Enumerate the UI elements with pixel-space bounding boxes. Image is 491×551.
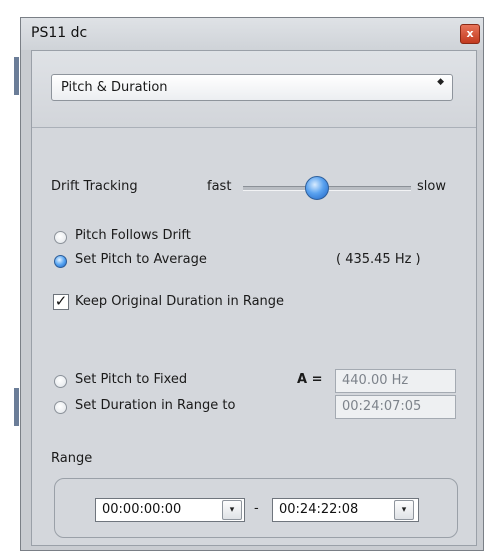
mode-select[interactable]: Pitch & Duration ◆ [51, 74, 453, 101]
duration-field[interactable]: 00:24:07:05 [335, 395, 456, 419]
drift-tracking-label: Drift Tracking [51, 179, 138, 194]
pitch-follows-drift-label: Pitch Follows Drift [75, 228, 191, 243]
range-start-dropdown-button[interactable]: ▾ [222, 500, 242, 520]
checkmark-icon: ✓ [54, 292, 68, 310]
range-start-value: 00:00:00:00 [102, 502, 182, 517]
slider-slow-label: slow [417, 179, 446, 194]
mode-panel: Pitch & Duration ◆ [32, 51, 476, 128]
window-title: PS11 dc [31, 25, 88, 41]
keep-duration-checkbox[interactable]: ✓ [53, 294, 69, 310]
close-icon: x [466, 27, 474, 40]
background-tick-marker [14, 57, 19, 95]
range-end-dropdown-button[interactable]: ▾ [394, 500, 414, 520]
range-start-combo[interactable]: 00:00:00:00 ▾ [95, 498, 245, 522]
keep-duration-label: Keep Original Duration in Range [75, 294, 285, 309]
range-end-value: 00:24:22:08 [279, 502, 359, 517]
radio-set-pitch-average[interactable] [54, 255, 67, 268]
radio-set-pitch-fixed[interactable] [54, 375, 67, 388]
radio-set-duration[interactable] [54, 401, 67, 414]
range-group: 00:00:00:00 ▾ - 00:24:22:08 ▾ [54, 478, 458, 538]
chevron-down-icon: ▾ [229, 505, 235, 515]
set-duration-label: Set Duration in Range to [75, 398, 236, 413]
a-equals-label: A = [297, 372, 323, 387]
slider-fast-label: fast [207, 179, 232, 194]
mode-select-value: Pitch & Duration [61, 80, 168, 95]
radio-pitch-follows-drift[interactable] [54, 231, 67, 244]
average-pitch-readout: ( 435.45 Hz ) [336, 252, 421, 267]
dialog-content: Pitch & Duration ◆ Drift Tracking fast s… [31, 50, 477, 546]
set-pitch-average-label: Set Pitch to Average [75, 252, 207, 267]
chevron-down-icon: ▾ [401, 505, 407, 515]
set-pitch-fixed-label: Set Pitch to Fixed [75, 372, 188, 387]
background-left-strip [0, 0, 20, 551]
range-end-combo[interactable]: 00:24:22:08 ▾ [272, 498, 419, 522]
range-label: Range [51, 451, 93, 466]
title-bar: PS11 dc x [21, 18, 483, 50]
range-separator: - [254, 501, 259, 516]
ps11-dialog-window: PS11 dc x Pitch & Duration ◆ Drift Track… [20, 17, 484, 551]
close-button[interactable]: x [460, 24, 480, 44]
fixed-pitch-field[interactable]: 440.00 Hz [335, 369, 456, 393]
background-right-strip [484, 0, 491, 551]
drift-slider-thumb[interactable] [305, 176, 329, 200]
select-arrows-icon: ◆ [437, 77, 444, 87]
background-tick-marker [14, 388, 19, 426]
